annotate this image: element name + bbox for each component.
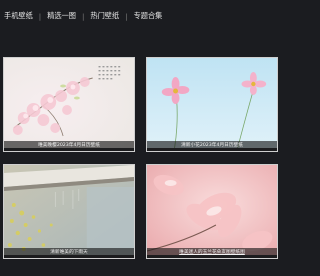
wallpaper-card-cherry-blossom[interactable]: 唯美晚樱2023年4月日历壁纸 bbox=[3, 57, 135, 152]
wallpaper-thumbnail bbox=[147, 58, 277, 148]
nav-item-popular[interactable]: 热门壁纸 bbox=[90, 11, 119, 21]
nav-separator: | bbox=[125, 11, 128, 21]
wallpaper-caption[interactable]: 清新小花2023年4月日历壁纸 bbox=[147, 141, 277, 151]
nav-item-phone-wallpaper[interactable]: 手机壁纸 bbox=[4, 11, 33, 21]
wallpaper-card-cosmos[interactable]: 清新小花2023年4月日历壁纸 bbox=[146, 57, 278, 152]
wallpaper-caption[interactable]: 清新唯美的下雨天 bbox=[4, 248, 134, 258]
wallpaper-thumbnail bbox=[4, 165, 134, 255]
wallpaper-card-magnolia[interactable]: 唯美迷人的玉兰花朵友图壁纸图 bbox=[146, 164, 278, 259]
nav-separator: | bbox=[38, 11, 42, 21]
nav-separator: | bbox=[81, 11, 85, 21]
nav-item-featured[interactable]: 精选一图 bbox=[47, 11, 76, 21]
wallpaper-caption[interactable]: 唯美迷人的玉兰花朵友图壁纸图 bbox=[147, 248, 277, 258]
wallpaper-thumbnail bbox=[4, 58, 134, 148]
wallpaper-caption[interactable]: 唯美晚樱2023年4月日历壁纸 bbox=[4, 141, 134, 151]
wallpaper-thumbnail bbox=[147, 165, 277, 255]
top-nav: 手机壁纸 | 精选一图 | 热门壁纸 | 专题合集 bbox=[4, 9, 162, 23]
nav-item-collections[interactable]: 专题合集 bbox=[134, 11, 163, 21]
wallpaper-card-rainy-day[interactable]: 清新唯美的下雨天 bbox=[3, 164, 135, 259]
